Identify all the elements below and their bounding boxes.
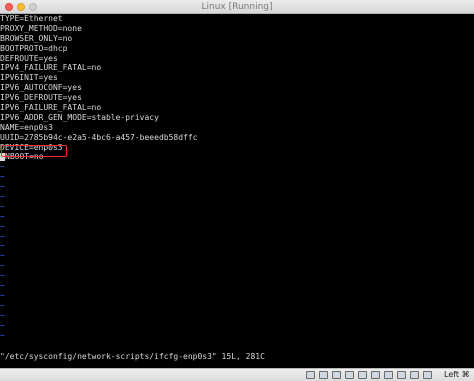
config-line: BOOTPROTO=dhcp (0, 43, 68, 53)
empty-line-tilde: ~ (0, 251, 5, 261)
vi-buffer: TYPE=Ethernet PROXY_METHOD=none BROWSER_ON… (0, 14, 197, 340)
empty-line-tilde: ~ (0, 300, 5, 310)
config-line: UUID=2785b94c-e2a5-4bc6-a457-beeedb58dff… (0, 132, 198, 142)
config-line: IPV4_FAILURE_FATAL=no (0, 63, 102, 73)
empty-line-tilde: ~ (0, 162, 5, 172)
config-line: TYPE=Ethernet (0, 14, 63, 23)
config-line: NAME=enp0s3 (0, 122, 53, 132)
empty-line-tilde: ~ (0, 290, 5, 300)
mouse-integration-icon[interactable] (423, 371, 432, 379)
vm-console-screen[interactable]: TYPE=Ethernet PROXY_METHOD=none BROWSER_ON… (0, 14, 474, 368)
empty-line-tilde: ~ (0, 172, 5, 182)
vi-status-line: "/etc/sysconfig/network-scripts/ifcfg-en… (0, 352, 265, 361)
recording-icon[interactable] (397, 371, 406, 379)
onboot-highlight-box (1, 145, 67, 157)
display-icon[interactable] (384, 371, 393, 379)
window-title: Linux [Running] (201, 2, 273, 12)
config-line: IPV6_ADDR_GEN_MODE=stable-privacy (0, 112, 159, 122)
empty-line-tilde: ~ (0, 201, 5, 211)
config-line: DEFROUTE=yes (0, 53, 58, 63)
empty-line-tilde: ~ (0, 221, 5, 231)
empty-line-tilde: ~ (0, 192, 5, 202)
empty-line-tilde: ~ (0, 320, 5, 330)
config-line: BROWSER_ONLY=no (0, 33, 73, 43)
shared-folders-icon[interactable] (371, 371, 380, 379)
empty-line-tilde: ~ (0, 271, 5, 281)
hard-disk-icon[interactable] (306, 371, 315, 379)
audio-icon[interactable] (332, 371, 341, 379)
empty-line-tilde: ~ (0, 211, 5, 221)
optical-drive-icon[interactable] (319, 371, 328, 379)
empty-line-tilde: ~ (0, 241, 5, 251)
network-icon[interactable] (345, 371, 354, 379)
cpu-icon[interactable] (410, 371, 419, 379)
empty-line-tilde: ~ (0, 231, 5, 241)
config-line: PROXY_METHOD=none (0, 23, 82, 33)
config-line: IPV6INIT=yes (0, 73, 58, 83)
empty-line-tilde: ~ (0, 281, 5, 291)
config-line: IPV6_FAILURE_FATAL=no (0, 103, 102, 113)
usb-icon[interactable] (358, 371, 367, 379)
host-key-indicator: Left ⌘ (444, 370, 470, 379)
vm-status-bar: Left ⌘ (0, 368, 474, 381)
empty-line-tilde: ~ (0, 261, 5, 271)
empty-line-tilde: ~ (0, 310, 5, 320)
config-line: IPV6_DEFROUTE=yes (0, 93, 82, 103)
vm-window: Linux [Running] TYPE=Ethernet PROXY_METHO… (0, 0, 474, 381)
title-bar: Linux [Running] (0, 0, 474, 14)
config-line: IPV6_AUTOCONF=yes (0, 83, 82, 93)
empty-line-tilde: ~ (0, 330, 5, 340)
empty-line-tilde: ~ (0, 182, 5, 192)
